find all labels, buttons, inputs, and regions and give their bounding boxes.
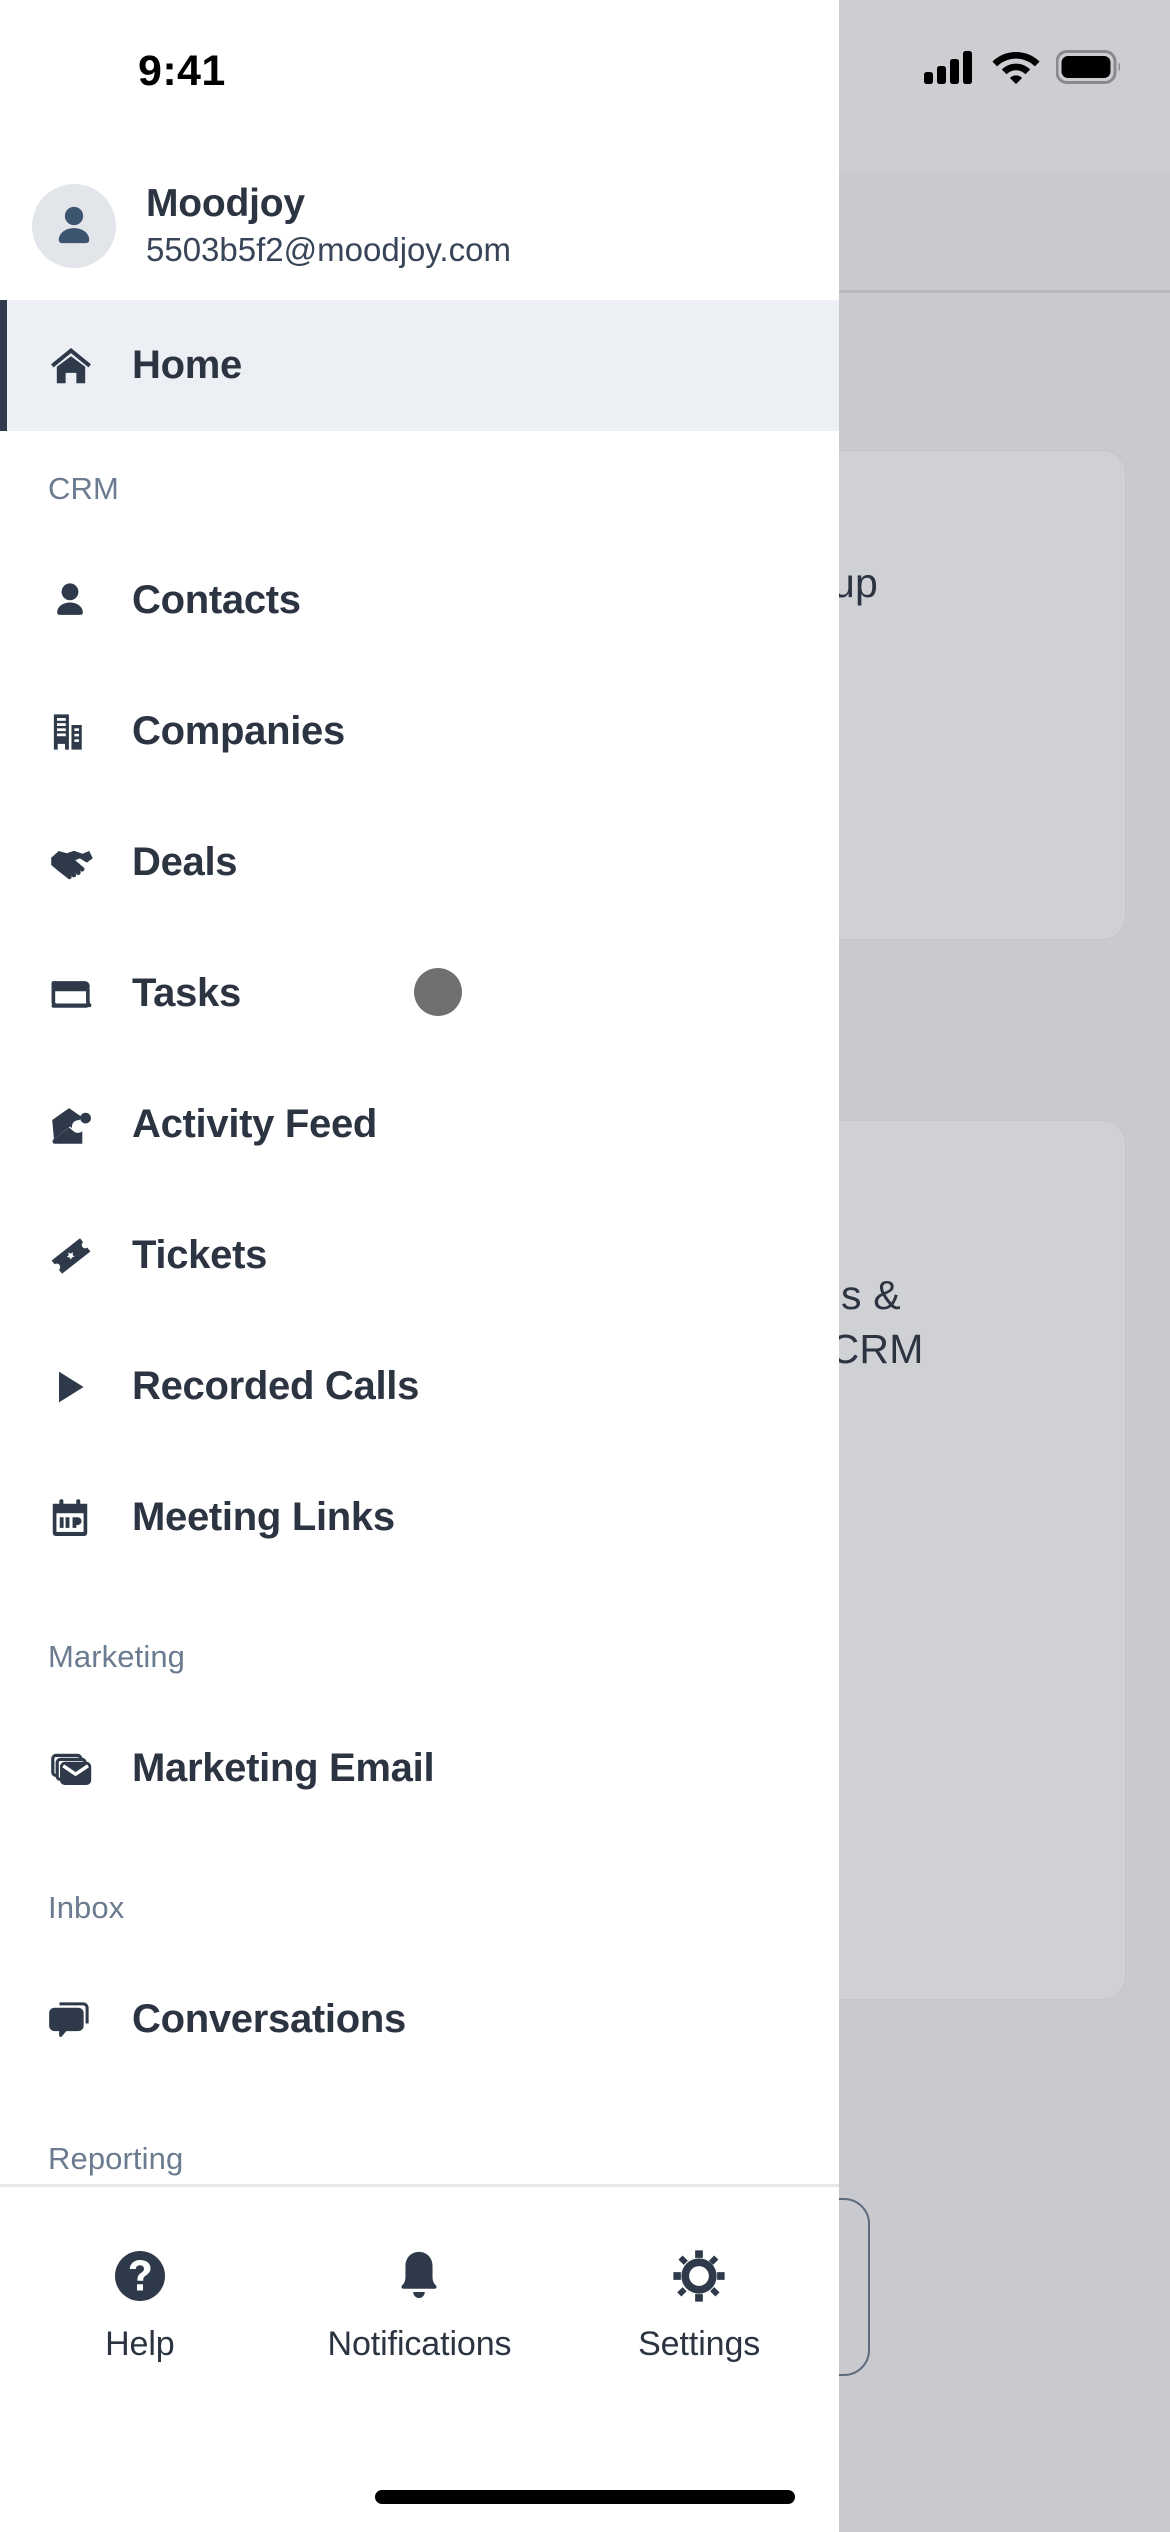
sidebar-item-home[interactable]: Home bbox=[0, 300, 839, 431]
sidebar-item-label-meeting-links: Meeting Links bbox=[132, 1495, 395, 1539]
sidebar-item-contacts[interactable]: Contacts bbox=[0, 535, 839, 666]
section-header-inbox: Inbox bbox=[48, 1890, 125, 1925]
sidebar-item-label-contacts: Contacts bbox=[132, 578, 301, 622]
user-avatar-icon bbox=[58, 206, 90, 244]
sidebar-item-label-conversations: Conversations bbox=[132, 1997, 406, 2041]
sidebar-item-conversations[interactable]: Conversations bbox=[0, 1954, 839, 2085]
nav-list: Home CRM Contacts Companies Deals Tasks … bbox=[0, 300, 839, 2205]
sidebar-item-marketing-email[interactable]: Marketing Email bbox=[0, 1703, 839, 1834]
home-indicator bbox=[375, 2490, 795, 2504]
sidebar-item-deals[interactable]: Deals bbox=[0, 797, 839, 928]
calendar-icon bbox=[48, 1496, 102, 1540]
touch-indicator bbox=[414, 968, 462, 1016]
sidebar-item-label-deals: Deals bbox=[132, 840, 238, 884]
sidebar-item-activity-feed[interactable]: Activity Feed bbox=[0, 1059, 839, 1190]
sidebar-item-recorded-calls[interactable]: Recorded Calls bbox=[0, 1321, 839, 1452]
sidebar-item-label-marketing-email: Marketing Email bbox=[132, 1746, 435, 1790]
status-bar: 9:41 bbox=[0, 0, 839, 172]
sidebar-item-companies[interactable]: Companies bbox=[0, 666, 839, 797]
sidebar-item-label-tickets: Tickets bbox=[132, 1233, 268, 1277]
section-header-reporting: Reporting bbox=[48, 2141, 184, 2176]
bottom-item-label-settings: Settings bbox=[638, 2325, 761, 2363]
cellular-signal-icon bbox=[924, 50, 976, 84]
section-header-crm: CRM bbox=[48, 471, 119, 506]
building-icon bbox=[48, 710, 102, 754]
home-icon bbox=[48, 343, 102, 389]
sidebar-item-label-tasks: Tasks bbox=[132, 971, 241, 1015]
navigation-drawer: 9:41 Moodjoy 5503b5f2@moodjoy.com Home C… bbox=[0, 0, 839, 2532]
bottom-item-help[interactable]: Help bbox=[40, 2243, 240, 2364]
profile-header[interactable]: Moodjoy 5503b5f2@moodjoy.com bbox=[0, 160, 839, 292]
sidebar-item-label-companies: Companies bbox=[132, 709, 345, 753]
bottom-item-settings[interactable]: Settings bbox=[599, 2243, 799, 2364]
profile-name: Moodjoy bbox=[146, 182, 305, 226]
ticket-icon bbox=[48, 1233, 102, 1279]
status-bar-time: 9:41 bbox=[138, 47, 226, 95]
chat-bubble-icon bbox=[48, 1997, 102, 2043]
sidebar-item-tickets[interactable]: Tickets bbox=[0, 1190, 839, 1321]
sidebar-item-label-recorded-calls: Recorded Calls bbox=[132, 1364, 420, 1408]
status-bar-icons bbox=[924, 50, 1122, 84]
person-icon bbox=[48, 579, 102, 623]
sidebar-item-label-activity-feed: Activity Feed bbox=[132, 1102, 378, 1146]
handshake-icon bbox=[48, 839, 102, 887]
battery-icon bbox=[1056, 50, 1122, 84]
drawer-bottom-bar: Help Notifications Settings bbox=[0, 2184, 839, 2532]
bottom-item-label-help: Help bbox=[105, 2325, 175, 2363]
avatar bbox=[32, 184, 116, 268]
section-header-marketing: Marketing bbox=[48, 1639, 186, 1674]
bell-icon bbox=[390, 2243, 448, 2309]
wifi-icon bbox=[992, 50, 1040, 84]
stacked-envelope-icon bbox=[48, 1745, 102, 1793]
sidebar-item-label-home: Home bbox=[132, 343, 242, 387]
bottom-item-notifications[interactable]: Notifications bbox=[319, 2243, 519, 2364]
question-circle-icon bbox=[110, 2243, 170, 2309]
play-icon bbox=[48, 1365, 102, 1409]
gear-icon bbox=[670, 2243, 728, 2309]
profile-email: 5503b5f2@moodjoy.com bbox=[146, 230, 511, 268]
app-screen: up gs & CRM 9:41 Moodjoy 5503b5f2@moodjo… bbox=[0, 0, 1170, 2532]
open-envelope-icon bbox=[48, 1102, 102, 1148]
bottom-item-label-notifications: Notifications bbox=[327, 2325, 512, 2363]
profile-text: Moodjoy 5503b5f2@moodjoy.com bbox=[146, 182, 511, 270]
sidebar-item-meeting-links[interactable]: Meeting Links bbox=[0, 1452, 839, 1583]
notebook-icon bbox=[48, 971, 102, 1017]
